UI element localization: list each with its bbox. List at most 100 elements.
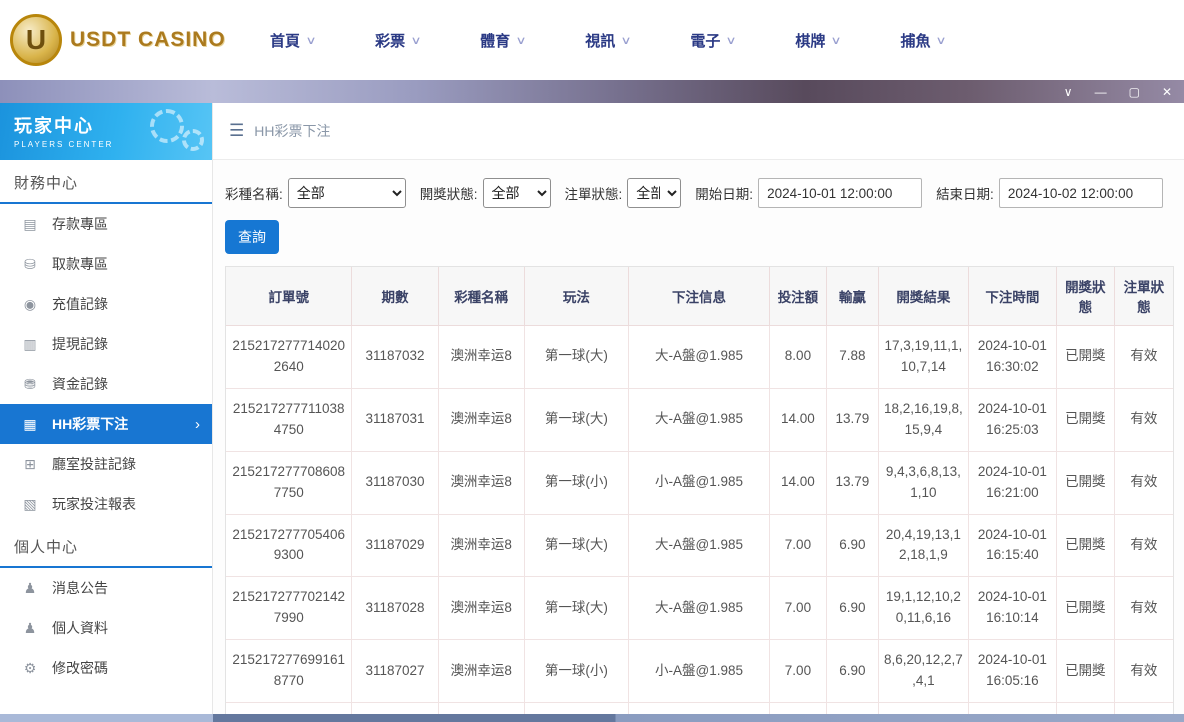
table-cell: 已開獎 (1056, 640, 1114, 703)
menu-toggle-icon[interactable]: ☰ (229, 121, 244, 141)
lottery-name-select[interactable]: 全部 (288, 178, 406, 208)
draw-status-select[interactable]: 全部 (483, 178, 551, 208)
cashout-record-icon: ▥ (22, 336, 38, 353)
section-personal-center: 個人中心 (0, 524, 212, 568)
bet-status-select[interactable]: 全部 (627, 178, 681, 208)
table-cell: 6.90 (826, 514, 878, 577)
table-cell: 7.00 (770, 514, 827, 577)
table-cell: 已開獎 (1056, 703, 1114, 714)
sidebar-item-room-bet-record[interactable]: ⊞ 廳室投註記錄 (0, 444, 212, 484)
col-win-loss: 輸贏 (826, 267, 878, 326)
sidebar-item-label: 存款專區 (52, 214, 108, 234)
casino-chip-icon (182, 129, 204, 151)
nav-item-video[interactable]: 視訊 ∨ (585, 30, 630, 51)
start-date-input[interactable] (758, 178, 922, 208)
table-cell: 已開獎 (1056, 577, 1114, 640)
table-cell: 17,3,19,11,1,10,7,14 (878, 326, 968, 389)
window-expand-button[interactable]: ∨ (1064, 86, 1073, 98)
sidebar-item-change-password[interactable]: ⚙ 修改密碼 (0, 648, 212, 688)
sidebar-item-label: 修改密碼 (52, 658, 108, 678)
col-draw-result: 開獎結果 (878, 267, 968, 326)
sidebar-item-recharge-record[interactable]: ◉ 充值記錄 (0, 284, 212, 324)
brand-logo[interactable]: U USDT CASINO (10, 14, 240, 66)
window-maximize-button[interactable]: ▢ (1129, 86, 1140, 98)
sidebar-item-funds-record[interactable]: ⛃ 資金記錄 (0, 364, 212, 404)
lottery-bet-icon: ▦ (22, 416, 38, 433)
col-play-type: 玩法 (524, 267, 628, 326)
nav-item-cards[interactable]: 棋牌 ∨ (795, 30, 840, 51)
table-cell: 9,4,3,6,8,13,1,10 (878, 451, 968, 514)
table-cell: 澳洲幸运8 (438, 577, 524, 640)
table-cell: 2024-10-01 16:15:40 (968, 514, 1056, 577)
table-cell: 2152172777110384750 (226, 388, 352, 451)
section-finance-center: 財務中心 (0, 160, 212, 204)
col-bet-amount: 投注額 (770, 267, 827, 326)
sidebar-item-withdraw[interactable]: ⛁ 取款專區 (0, 244, 212, 284)
nav-label: 首頁 (270, 30, 300, 51)
table-cell: 2024-10-01 16:25:03 (968, 388, 1056, 451)
table-cell: 2024-10-01 16:10:14 (968, 577, 1056, 640)
window-minimize-button[interactable]: — (1095, 86, 1107, 98)
window-controls: ∨ — ▢ ✕ (1064, 86, 1172, 98)
breadcrumb: ☰ HH彩票下注 (213, 103, 1184, 160)
table-cell: 澳洲幸运8 (438, 703, 524, 714)
table-cell: 13.79 (826, 388, 878, 451)
recharge-record-icon: ◉ (22, 296, 38, 313)
table-cell: 澳洲幸运8 (438, 514, 524, 577)
nav-item-lottery[interactable]: 彩票 ∨ (375, 30, 420, 51)
table-cell: 小-A盤@1.985 (628, 640, 769, 703)
top-navigation: U USDT CASINO 首頁 ∨ 彩票 ∨ 體育 ∨ 視訊 ∨ 電子 ∨ (0, 0, 1184, 80)
table-cell: 20,4,19,13,12,18,1,9 (878, 514, 968, 577)
content-area: 彩種名稱: 全部 開獎狀態: 全部 注單狀態: 全 (213, 160, 1184, 714)
table-cell: 2152172777140202640 (226, 326, 352, 389)
sidebar-item-label: 充值記錄 (52, 294, 108, 314)
query-button[interactable]: 查詢 (225, 220, 279, 254)
table-cell: 2152172776961533300 (226, 703, 352, 714)
table-cell: 第一球(小) (524, 451, 628, 514)
table-cell: 2024-10-01 16:00:15 (968, 703, 1056, 714)
table-cell: 6.90 (826, 640, 878, 703)
withdraw-icon: ⛁ (22, 256, 38, 273)
nav-item-sports[interactable]: 體育 ∨ (480, 30, 525, 51)
table-cell: 第一球(小) (524, 640, 628, 703)
window-close-button[interactable]: ✕ (1162, 86, 1172, 98)
table-cell: 第一球(大) (524, 388, 628, 451)
table-cell: 已開獎 (1056, 451, 1114, 514)
players-center-banner: 玩家中心 PLAYERS CENTER (0, 103, 212, 160)
col-bet-time: 下注時間 (968, 267, 1056, 326)
table-header-row: 訂單號 期數 彩種名稱 玩法 下注信息 投注額 輸贏 開獎結果 下注時間 開獎狀… (226, 267, 1173, 326)
horizontal-scrollbar[interactable] (0, 714, 1184, 722)
sidebar-item-player-report[interactable]: ▧ 玩家投注報表 (0, 484, 212, 524)
table-cell: 小-A盤@1.985 (628, 703, 769, 714)
password-icon: ⚙ (22, 660, 38, 677)
table-row: 215217277702142799031187028澳洲幸运8第一球(大)大-… (226, 577, 1173, 640)
table-cell: 7.00 (770, 703, 827, 714)
nav-item-slots[interactable]: 電子 ∨ (690, 30, 735, 51)
sidebar-item-cashout-record[interactable]: ▥ 提現記錄 (0, 324, 212, 364)
sidebar-item-label: 個人資料 (52, 618, 108, 638)
logo-text: USDT CASINO (70, 28, 226, 52)
sidebar-item-hh-lottery-bets[interactable]: ▦ HH彩票下注 › (0, 404, 212, 444)
sidebar-item-announcements[interactable]: ♟ 消息公告 (0, 568, 212, 608)
nav-item-fishing[interactable]: 捕魚 ∨ (900, 30, 945, 51)
table-cell: 大-A盤@1.985 (628, 514, 769, 577)
nav-item-home[interactable]: 首頁 ∨ (270, 30, 315, 51)
table-cell: 2152172777021427990 (226, 577, 352, 640)
window-titlebar: ∨ — ▢ ✕ (0, 80, 1184, 103)
table-cell: 大-A盤@1.985 (628, 326, 769, 389)
table-cell: 31187027 (352, 640, 438, 703)
chevron-down-icon: ∨ (516, 34, 527, 47)
sidebar-item-label: 消息公告 (52, 578, 108, 598)
col-order-number: 訂單號 (226, 267, 352, 326)
nav-label: 體育 (480, 30, 510, 51)
sidebar-item-deposit[interactable]: ▤ 存款專區 (0, 204, 212, 244)
table-cell: 31187029 (352, 514, 438, 577)
table-cell: 大-A盤@1.985 (628, 388, 769, 451)
table-cell: 已開獎 (1056, 388, 1114, 451)
table-cell: 第一球(大) (524, 577, 628, 640)
table-cell: 有效 (1114, 451, 1173, 514)
sidebar-item-profile[interactable]: ♟ 個人資料 (0, 608, 212, 648)
table-cell: 已開獎 (1056, 514, 1114, 577)
end-date-input[interactable] (999, 178, 1163, 208)
sidebar: 玩家中心 PLAYERS CENTER 財務中心 ▤ 存款專區 ⛁ 取款專區 ◉… (0, 103, 213, 714)
